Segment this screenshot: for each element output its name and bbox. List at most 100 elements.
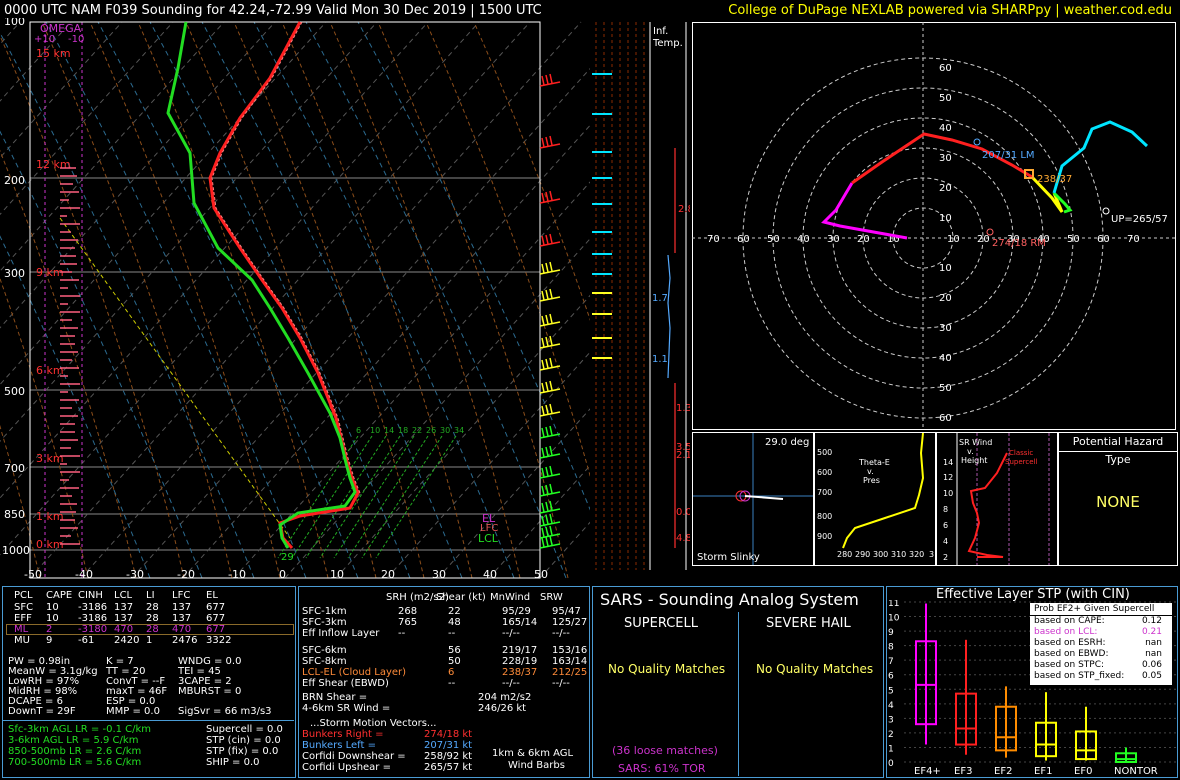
parcel-cell: 3322 [206, 635, 232, 646]
kin-cell: 238/37 [502, 667, 538, 678]
index-text: SigSvr = 66 m3/s3 [178, 706, 272, 717]
storm-slinky-panel: 29.0 deg Storm Slinky [692, 432, 814, 566]
kin-cell: -- [398, 628, 406, 639]
svg-text:8: 8 [943, 505, 948, 514]
svg-text:20: 20 [939, 293, 952, 304]
p-label: 700 [4, 462, 25, 475]
svg-text:60: 60 [737, 234, 750, 245]
svg-text:11: 11 [888, 600, 899, 609]
storm-motion-title: ...Storm Motion Vectors... [310, 718, 437, 729]
corfidi-down-label: Corfidi Downshear = [302, 751, 406, 762]
temp-axis-label: -40 [75, 568, 93, 581]
svg-text:EF3: EF3 [954, 766, 972, 777]
kin-cell: -- [448, 628, 456, 639]
p-label: 850 [4, 508, 25, 521]
parcel-cell: 677 [206, 613, 226, 624]
kin-header: MnWind [490, 592, 531, 603]
severe-index: STP (fix) = 0.0 [206, 746, 279, 757]
parcel-cell: SFC [14, 602, 34, 613]
kin-cell: --/-- [552, 678, 570, 689]
mixing-ratio-label: 30 [440, 426, 450, 435]
inf-val: 1.1 [652, 354, 668, 365]
kin-cell: SFC-8km [302, 656, 347, 667]
svg-text:60: 60 [1097, 234, 1110, 245]
brn-value: 204 m2/s2 [478, 692, 532, 703]
parcel-cell: 10 [46, 613, 59, 624]
svg-text:8: 8 [888, 643, 894, 653]
p-label: 300 [4, 267, 25, 280]
supercell-label: Supercell [1005, 458, 1037, 466]
svg-text:EF0: EF0 [1074, 766, 1092, 777]
sr46-label: 4-6km SR Wind = [302, 703, 391, 714]
ef2-box-title: Prob EF2+ Given Supercell [1030, 603, 1172, 616]
kin-cell: 153/16 [552, 645, 588, 656]
brn-label: BRN Shear = [302, 692, 368, 703]
classic-label: Classic [1009, 449, 1033, 457]
height-label: 12 km [36, 158, 71, 171]
svg-text:40: 40 [939, 353, 952, 364]
parcel-cell: EFF [14, 613, 32, 624]
temp-axis-label: -50 [24, 568, 42, 581]
temp-axis-label: 0 [279, 568, 286, 581]
svg-text:60: 60 [939, 63, 952, 74]
svg-text:280: 280 [837, 550, 852, 559]
sars-nq-supercell: No Quality Matches [608, 662, 726, 676]
parcel-cell: 2476 [172, 635, 198, 646]
thetae-v: v. [867, 467, 874, 476]
inferred-temp-panel: Inf. Temp. 2.8 1.7 1.1 1.3 3.5 2.1 0.0 4… [592, 22, 690, 570]
omega-plus: +10 [34, 34, 55, 45]
index-text: MMP = 0.0 [106, 706, 160, 717]
lapse-rate: 700-500mb LR = 5.6 C/km [8, 757, 142, 768]
svg-text:14: 14 [943, 458, 953, 467]
parcel-cell: 137 [172, 613, 192, 624]
svg-text:Height: Height [961, 456, 987, 465]
svg-text:7: 7 [888, 657, 894, 667]
kin-cell: 125/27 [552, 617, 588, 628]
parcel-cell: 9 [46, 635, 53, 646]
lapse-rate: 3-6km AGL LR = 5.9 C/km [8, 735, 139, 746]
svg-text:3: 3 [888, 715, 894, 725]
mixing-ratio-label: 6 [356, 426, 361, 435]
kin-cell: 95/47 [552, 606, 581, 617]
svg-text:10: 10 [947, 234, 960, 245]
parcel-cell: 137 [172, 602, 192, 613]
height-label: 1 km [36, 510, 64, 523]
lcl-marker: LCL [478, 532, 499, 545]
lapse-rate: 850-500mb LR = 2.6 C/km [8, 746, 142, 757]
svg-text:10: 10 [943, 489, 953, 498]
svg-text:600: 600 [817, 468, 832, 477]
svg-text:EF4+: EF4+ [914, 766, 941, 777]
kin-cell: 765 [398, 617, 418, 628]
kin-cell: --/-- [502, 678, 520, 689]
svg-text:800: 800 [817, 512, 832, 521]
index-text: DownT = 29F [8, 706, 76, 717]
inf-val: 1.7 [652, 293, 668, 304]
skewt-diagram: 100 200 300 500 700 850 1000 OMEGA +10 -… [0, 18, 590, 581]
height-label: 3 km [36, 452, 64, 465]
p-label: 1000 [2, 544, 30, 557]
svg-text:NONTOR: NONTOR [1114, 766, 1158, 777]
temp-axis-label: 50 [534, 568, 548, 581]
svg-text:4: 4 [888, 701, 894, 711]
severe-index: STP (cin) = 0.0 [206, 735, 281, 746]
kin-header: SRW [540, 592, 563, 603]
svg-text:20: 20 [939, 183, 952, 194]
parcel-cell: -3186 [78, 613, 108, 624]
kin-cell: 48 [448, 617, 461, 628]
parcel-cell: 28 [146, 613, 159, 624]
svg-text:50: 50 [767, 234, 780, 245]
hodograph: 60504030201010203040506070 60 50 40 30 20 10 10… [692, 22, 1176, 430]
sars-hail-label: SEVERE HAIL [766, 616, 851, 631]
sounding-title: 0000 UTC NAM F039 Sounding for 42.24,-72… [4, 3, 542, 18]
kin-cell: Eff Inflow Layer [302, 628, 380, 639]
parcel-header: CAPE [46, 590, 73, 601]
parcel-cell: 2420 [114, 635, 140, 646]
svg-text:9: 9 [888, 628, 894, 638]
thetae-title: Theta-E [858, 458, 890, 467]
parcel-cell: 1 [146, 635, 153, 646]
parcel-header: CINH [78, 590, 103, 601]
bunkers-right-value: 274/18 kt [424, 729, 473, 740]
sfc-temp-label: 29 [281, 552, 294, 563]
svg-text:4: 4 [943, 537, 948, 546]
inf-val: 2.1 [676, 450, 690, 461]
